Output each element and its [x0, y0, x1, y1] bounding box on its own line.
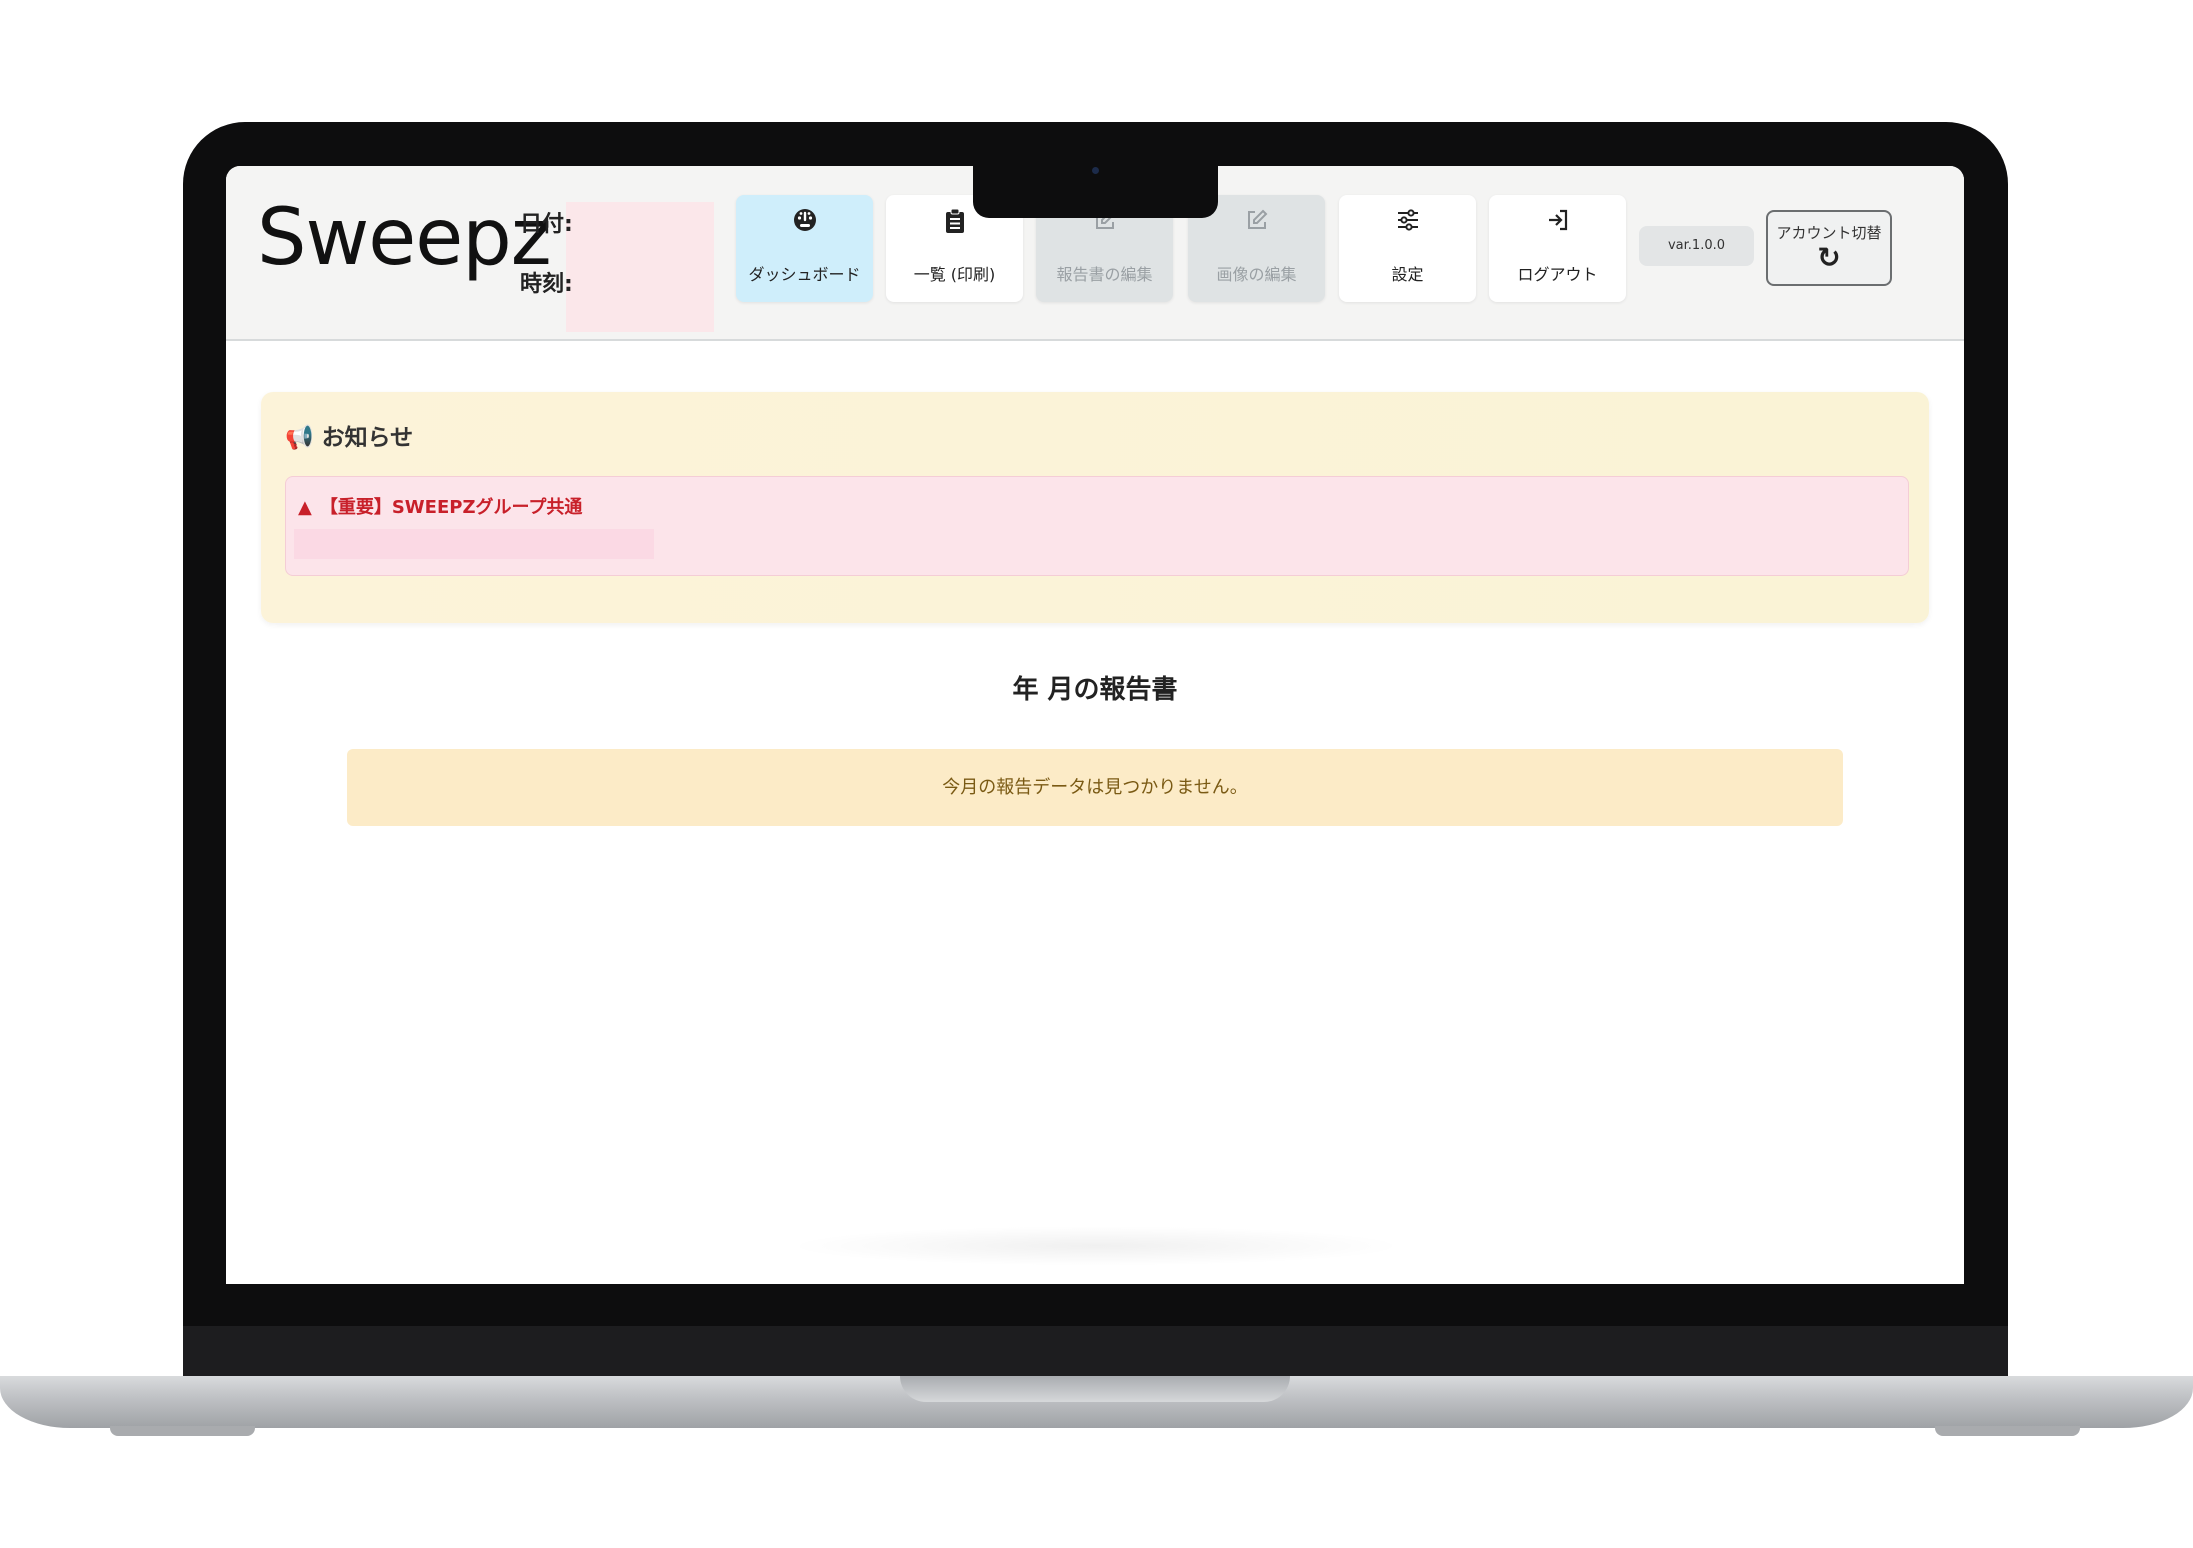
datetime-display — [566, 202, 714, 332]
screen: Sweepz 日付: 時刻: ダッシュボード 一覧 (印刷) 報告書の編集 画像… — [226, 166, 1964, 1284]
report-title: 年 月の報告書 — [1012, 675, 1178, 705]
nav-dashboard-label: ダッシュボード — [748, 265, 861, 284]
notice-header: 📢 お知らせ — [285, 418, 413, 452]
dashboard-icon — [736, 208, 873, 239]
time-label: 時刻: — [520, 272, 573, 297]
nav-list-print-label: 一覧 (印刷) — [913, 265, 996, 284]
account-switch-button[interactable]: アカウント切替 ↻ — [1766, 210, 1892, 286]
version-badge: var.1.0.0 — [1639, 226, 1754, 266]
notice-panel: 📢 お知らせ ▲ 【重要】SWEEPZグループ共通 — [261, 392, 1929, 623]
nav-logout-button[interactable]: ログアウト — [1489, 195, 1626, 302]
laptop-bezel-bottom — [183, 1326, 2008, 1378]
sliders-icon — [1339, 208, 1476, 239]
nav-image-edit-label: 画像の編集 — [1216, 265, 1297, 284]
notice-title: お知らせ — [321, 425, 414, 451]
laptop-foot-left — [110, 1426, 255, 1436]
notice-item-header: ▲ 【重要】SWEEPZグループ共通 — [298, 493, 582, 519]
empty-report-message: 今月の報告データは見つかりません。 — [347, 749, 1843, 826]
app-logo[interactable]: Sweepz — [257, 194, 552, 282]
camera-icon — [1092, 167, 1099, 174]
screen-reflection — [786, 1226, 1406, 1266]
date-label: 日付: — [520, 212, 573, 237]
laptop-foot-right — [1935, 1426, 2080, 1436]
nav-dashboard-button[interactable]: ダッシュボード — [736, 195, 873, 302]
nav-logout-label: ログアウト — [1517, 265, 1598, 284]
logout-icon — [1489, 208, 1626, 239]
laptop-base-notch — [900, 1376, 1290, 1402]
nav-report-edit-label: 報告書の編集 — [1056, 265, 1153, 284]
notice-item[interactable]: ▲ 【重要】SWEEPZグループ共通 — [285, 476, 1909, 576]
refresh-icon: ↻ — [1817, 241, 1841, 274]
megaphone-icon: 📢 — [285, 425, 314, 451]
account-switch-label: アカウント切替 — [1776, 224, 1882, 242]
nav-settings-button[interactable]: 設定 — [1339, 195, 1476, 302]
notice-item-title: 【重要】SWEEPZグループ共通 — [319, 497, 583, 518]
warning-icon: ▲ — [298, 497, 312, 518]
nav-settings-label: 設定 — [1391, 265, 1424, 284]
notice-item-body — [294, 529, 654, 559]
